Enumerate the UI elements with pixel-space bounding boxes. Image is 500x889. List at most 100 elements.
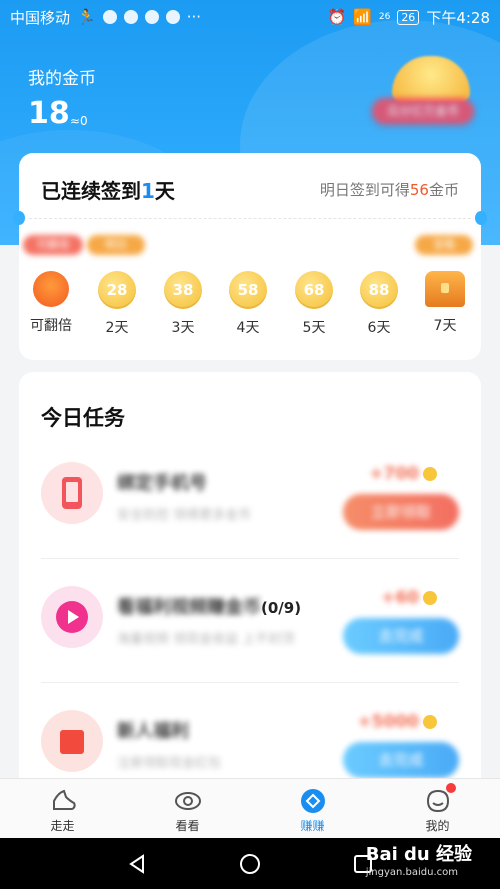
- message-icon: [123, 10, 138, 24]
- day-label: 4天: [236, 320, 260, 336]
- task-name: 绑定手机号: [117, 473, 207, 494]
- reward-amount: +5000: [357, 712, 419, 732]
- alarm-icon: ⏰: [327, 8, 347, 26]
- checkin-days-count: 1: [141, 179, 155, 203]
- chest-tip-badge: 宝箱: [415, 235, 473, 255]
- coin-icon: [423, 591, 437, 605]
- clock: 下午4:28: [426, 8, 490, 27]
- task-name: 看福利视频赚金币(0/9): [117, 593, 301, 619]
- double-reward-icon: [33, 271, 69, 307]
- day-label: 5天: [302, 320, 326, 336]
- day-label: 2天: [105, 320, 129, 336]
- app-notification-icon: [102, 10, 117, 24]
- tab-label: 看看: [175, 819, 200, 833]
- reward-amount: +60: [381, 588, 419, 608]
- divider: [41, 558, 459, 559]
- checkin-title-prefix: 已连续签到: [41, 179, 141, 203]
- tab-label: 我的: [425, 819, 450, 833]
- tab-walk[interactable]: 走走: [0, 779, 125, 838]
- checkin-card: 已连续签到1天 明日签到可得56金币 可翻倍 明日 宝箱 可翻倍 28 2天 3…: [13, 153, 487, 360]
- status-bar: 中国移动 🏃 ··· ⏰ 📶 26 26 下午4:28: [0, 0, 500, 34]
- more-notifications-icon: ···: [186, 8, 202, 26]
- coin-icon: [423, 715, 437, 729]
- my-coins-value[interactable]: 18: [28, 96, 70, 131]
- checkin-title-suffix: 天: [154, 179, 175, 203]
- card-notch: [13, 211, 25, 225]
- coin-icon: 38: [164, 271, 202, 309]
- shoe-icon: [52, 789, 76, 810]
- back-icon[interactable]: [125, 852, 149, 876]
- tab-label: 走走: [50, 819, 75, 833]
- running-icon: 🏃: [77, 8, 96, 26]
- checkin-day-6[interactable]: 88 6天: [351, 271, 407, 337]
- tomorrow-tip-badge: 明日: [87, 235, 145, 255]
- play-icon: [41, 586, 103, 648]
- treasure-chest-icon: [425, 271, 465, 307]
- home-icon[interactable]: [238, 852, 262, 876]
- checkin-day-4[interactable]: 58 4天: [220, 271, 276, 337]
- eye-icon: [174, 792, 201, 810]
- checkin-day-3[interactable]: 38 3天: [155, 271, 211, 337]
- claim-button[interactable]: 立即领取: [343, 494, 459, 530]
- task-desc: 海量视频 领现金收益 上不封顶: [117, 632, 295, 647]
- task-progress: (0/9): [261, 599, 302, 617]
- checkin-day-2[interactable]: 28 2天: [89, 271, 145, 337]
- checkin-day-5[interactable]: 68 5天: [286, 271, 342, 337]
- watermark-site: jingyan.baidu.com: [365, 867, 458, 878]
- daily-tasks-card: 今日任务 绑定手机号 安全防控 领得更多金币 +700 立即领取 看福利视频赚金…: [19, 372, 481, 792]
- tab-me[interactable]: 我的: [375, 779, 500, 838]
- tab-watch[interactable]: 看看: [125, 779, 250, 838]
- day-label: 可翻倍: [30, 318, 72, 334]
- tomorrow-prefix: 明日签到可得: [319, 181, 410, 199]
- task-name-text: 看福利视频赚金币: [117, 597, 261, 618]
- tasks-title: 今日任务: [41, 406, 125, 430]
- battery-icon: 26: [397, 9, 420, 25]
- coin-icon: 68: [295, 271, 333, 309]
- double-tip-badge: 可翻倍: [23, 235, 83, 255]
- tomorrow-reward: 明日签到可得56金币: [320, 179, 459, 200]
- coins-cash-value: ≈0: [70, 114, 88, 128]
- coin-icon: 28: [98, 271, 136, 309]
- checkin-day-7[interactable]: 7天: [417, 271, 473, 335]
- tab-earn[interactable]: 赚赚: [250, 779, 375, 838]
- coin-icon: 88: [360, 271, 398, 309]
- notification-dot: [446, 783, 456, 793]
- divider: [29, 218, 471, 219]
- day-label: 7天: [433, 318, 457, 334]
- gift-icon: [41, 710, 103, 772]
- task-name: 新人福利: [117, 721, 189, 742]
- day-label: 3天: [171, 320, 195, 336]
- task-reward: +700: [369, 464, 437, 484]
- tab-label: 赚赚: [300, 819, 325, 833]
- task-item: 绑定手机号 安全防控 领得更多金币 +700 立即领取: [19, 452, 481, 576]
- tomorrow-amount: 56: [409, 181, 429, 199]
- my-coins-label: 我的金币: [28, 64, 96, 89]
- task-reward: +5000: [357, 712, 437, 732]
- go-complete-button[interactable]: 去完成: [343, 742, 459, 778]
- share-coins-button[interactable]: 瓜分亿万金币: [372, 98, 474, 124]
- bottom-tab-bar: 走走 看看 赚赚 我的: [0, 778, 500, 838]
- coin-icon: 58: [229, 271, 267, 309]
- wifi-icon: 📶: [353, 8, 372, 26]
- task-reward: +60: [381, 588, 437, 608]
- my-coins-text: 我的金币: [28, 69, 96, 89]
- go-complete-button[interactable]: 去完成: [343, 618, 459, 654]
- checkin-title: 已连续签到1天: [41, 175, 175, 204]
- reward-amount: +700: [369, 464, 419, 484]
- diamond-icon: [300, 789, 325, 813]
- divider: [41, 682, 459, 683]
- carrier-label: 中国移动: [10, 8, 71, 27]
- coin-icon: [423, 467, 437, 481]
- checkin-day-1[interactable]: 可翻倍: [23, 271, 79, 335]
- app-screen: 中国移动 🏃 ··· ⏰ 📶 26 26 下午4:28 我的金币 18 ≈0 瓜…: [0, 0, 500, 889]
- phone-icon: [41, 462, 103, 524]
- card-notch: [475, 211, 487, 225]
- checkin-days-row: 可翻倍 28 2天 38 3天 58 4天 68 5天 88 6天 7天: [19, 271, 481, 351]
- task-item: 看福利视频赚金币(0/9) 海量视频 领现金收益 上不封顶 +60 去完成: [19, 576, 481, 700]
- tiktok-icon: [165, 10, 180, 24]
- tomorrow-suffix: 金币: [428, 181, 459, 199]
- app-notification-icon: [144, 10, 159, 24]
- task-desc: 安全防控 领得更多金币: [117, 508, 252, 523]
- task-desc: 注册领取现金红包: [117, 756, 222, 771]
- watermark-brand: Bai du 经验: [365, 844, 472, 865]
